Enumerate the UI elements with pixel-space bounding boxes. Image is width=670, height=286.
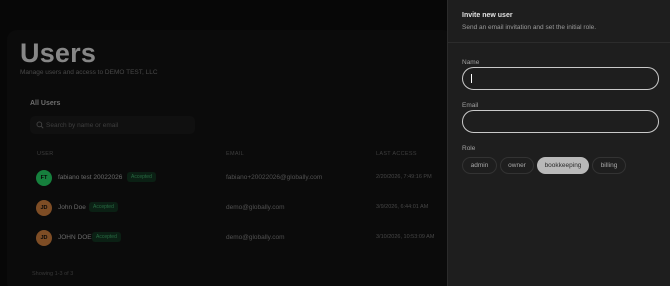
email-field[interactable] <box>462 110 659 133</box>
modal-backdrop[interactable] <box>0 0 447 286</box>
name-label: Name <box>462 59 480 66</box>
role-option-owner[interactable]: owner <box>500 157 534 174</box>
role-option-billing[interactable]: billing <box>592 157 626 174</box>
invite-user-drawer: Invite new user Send an email invitation… <box>447 0 670 286</box>
divider <box>448 42 670 43</box>
role-option-admin[interactable]: admin <box>462 157 497 174</box>
role-label: Role <box>462 145 476 152</box>
drawer-subtitle: Send an email invitation and set the ini… <box>462 24 597 31</box>
role-option-bookkeeping[interactable]: bookkeeping <box>537 157 589 174</box>
name-field[interactable] <box>462 67 659 90</box>
drawer-title: Invite new user <box>462 12 513 19</box>
text-cursor <box>471 74 472 83</box>
email-label: Email <box>462 102 479 109</box>
